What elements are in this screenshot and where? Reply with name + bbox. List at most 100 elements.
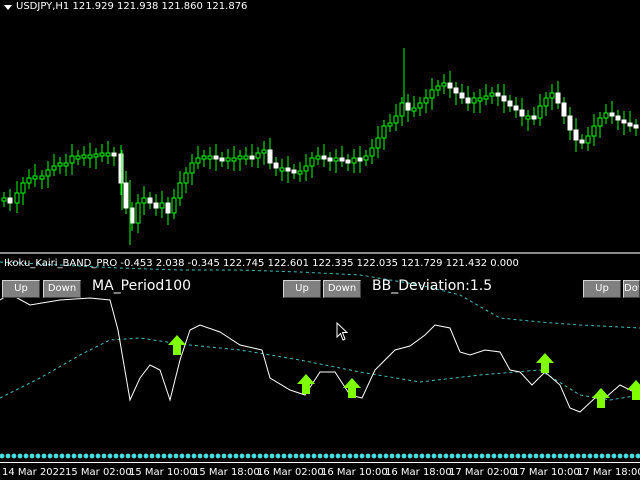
zero-line-dot — [455, 453, 461, 459]
up-arrow-shape — [592, 388, 610, 408]
zero-line-dot — [125, 453, 131, 459]
candle-body — [399, 102, 405, 117]
candle-body — [237, 155, 243, 160]
extra-up-button[interactable]: Up — [583, 280, 621, 298]
candle-body — [26, 177, 32, 184]
time-label: 17 Mar 18:00 — [577, 467, 640, 478]
candle-body — [141, 197, 147, 204]
candle-body — [429, 89, 435, 99]
zero-line-dot — [635, 453, 640, 459]
ma-period-down-button[interactable]: Down — [43, 280, 81, 298]
zero-line-dot — [179, 453, 185, 459]
zero-line-dot — [569, 453, 575, 459]
candle-body — [303, 165, 309, 172]
candlestick-series — [1, 48, 639, 245]
zero-line-dot — [317, 453, 323, 459]
candle-body — [507, 100, 513, 107]
candle-body — [111, 152, 117, 157]
zero-line-dot — [83, 453, 89, 459]
candle-body — [153, 202, 159, 209]
candle-body — [171, 197, 177, 214]
price-chart-pane[interactable]: USDJPY,H1 121.929 121.938 121.860 121.87… — [0, 0, 640, 252]
candle-body — [501, 95, 507, 102]
candle-body — [57, 162, 63, 167]
candle-body — [231, 157, 237, 162]
zero-line-dot — [323, 453, 329, 459]
up-arrow-icon — [592, 388, 610, 408]
zero-line-dot — [17, 453, 23, 459]
up-arrow-icon — [343, 378, 361, 398]
zero-line-dot — [275, 453, 281, 459]
up-arrow-icon — [536, 353, 554, 373]
candle-body — [225, 157, 231, 162]
zero-line-dot — [449, 453, 455, 459]
bb-deviation-down-button[interactable]: Down — [323, 280, 361, 298]
zero-line-dot — [611, 453, 617, 459]
candle-body — [369, 147, 375, 157]
candle-body — [603, 112, 609, 119]
zero-line-dot — [371, 453, 377, 459]
zero-line-dot — [335, 453, 341, 459]
zero-line-dot — [197, 453, 203, 459]
indicator-title: Ikoku_Kairi_BAND_PRO -0.453 2.038 -0.345… — [4, 258, 519, 269]
time-label: 16 Mar 02:00 — [257, 467, 324, 478]
zero-line-dot — [203, 453, 209, 459]
candle-body — [345, 159, 351, 164]
candle-body — [315, 155, 321, 160]
zero-line-dot — [551, 453, 557, 459]
candle-body — [459, 92, 465, 99]
zero-line-dot — [221, 453, 227, 459]
zero-line-dot — [557, 453, 563, 459]
zero-line-dot — [53, 453, 59, 459]
zero-line-dot — [575, 453, 581, 459]
candle-body — [543, 97, 549, 107]
zero-line-dot — [29, 453, 35, 459]
zero-line-dot — [167, 453, 173, 459]
zero-line-dot — [311, 453, 317, 459]
candle-body — [14, 192, 20, 204]
candle-body — [573, 129, 579, 141]
zero-line-dot — [47, 453, 53, 459]
zero-line-dot — [365, 453, 371, 459]
candle-body — [159, 202, 165, 209]
candle-body — [249, 155, 255, 160]
candle-body — [519, 109, 525, 117]
zero-line-dot — [503, 453, 509, 459]
bb-deviation-label: BB_Deviation:1.5 — [372, 278, 493, 294]
zero-line-dot — [263, 453, 269, 459]
zero-line-dot — [11, 453, 17, 459]
candle-body — [87, 154, 93, 159]
zero-line-dot — [245, 453, 251, 459]
candle-body — [219, 157, 225, 162]
ma-period-up-button[interactable]: Up — [2, 280, 40, 298]
zero-line-dot — [305, 453, 311, 459]
candle-body — [579, 139, 585, 144]
candle-body — [51, 165, 57, 171]
zero-line-dot — [521, 453, 527, 459]
zero-line-dot — [401, 453, 407, 459]
candle-body — [561, 102, 567, 117]
zero-line-dot — [149, 453, 155, 459]
extra-down-button[interactable]: Down — [623, 280, 640, 298]
zero-line-dot — [539, 453, 545, 459]
candle-body — [147, 197, 153, 204]
zero-line-dot — [209, 453, 215, 459]
candle-body — [423, 97, 429, 104]
zero-line-dot — [5, 453, 11, 459]
candle-body — [387, 122, 393, 127]
bb-deviation-up-button[interactable]: Up — [283, 280, 321, 298]
candle-body — [261, 149, 267, 154]
candle-body — [555, 92, 561, 104]
candle-body — [189, 162, 195, 174]
candle-body — [213, 155, 219, 160]
candle-body — [417, 102, 423, 109]
time-label: 17 Mar 02:00 — [449, 467, 516, 478]
candle-body — [255, 152, 261, 159]
zero-line-dot — [581, 453, 587, 459]
zero-line-dot — [395, 453, 401, 459]
zero-line-dot — [239, 453, 245, 459]
zero-line-dot — [143, 453, 149, 459]
candle-body — [81, 154, 87, 159]
zero-line-dot — [533, 453, 539, 459]
candle-body — [309, 157, 315, 167]
